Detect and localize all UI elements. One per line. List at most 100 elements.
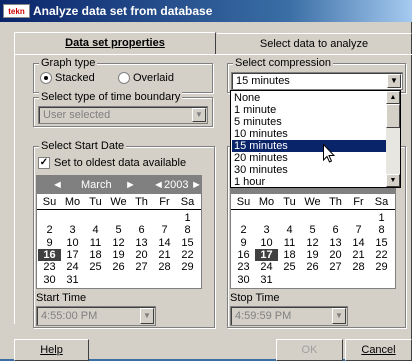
- calendar-day[interactable]: 3: [61, 224, 84, 236]
- calendar-day[interactable]: 4: [278, 224, 301, 236]
- radio-stacked[interactable]: Stacked: [40, 71, 95, 85]
- calendar-day[interactable]: 20: [130, 249, 153, 261]
- calendar-month[interactable]: March: [81, 178, 112, 192]
- ok-button[interactable]: OK: [276, 339, 343, 361]
- scroll-down-icon[interactable]: ▼: [386, 174, 400, 187]
- calendar-day[interactable]: 11: [84, 237, 107, 249]
- calendar-day-selected[interactable]: 17: [255, 248, 278, 261]
- calendar-day[interactable]: 1: [370, 212, 393, 224]
- calendar-day[interactable]: 18: [278, 249, 301, 261]
- calendar-day[interactable]: 25: [84, 261, 107, 273]
- calendar-day[interactable]: 30: [38, 274, 61, 286]
- help-button[interactable]: Help: [14, 339, 89, 361]
- calendar-day[interactable]: 3: [255, 224, 278, 236]
- dropdown-option[interactable]: 1 hour: [232, 176, 387, 188]
- end-date-calendar[interactable]: Su Mo Tu We Th Fr Sa 1 2 3 4 5 6 7 8 9 10 11 12 13 14 15 16 17…: [230, 175, 396, 289]
- calendar-day[interactable]: 27: [130, 261, 153, 273]
- calendar-day[interactable]: 2: [38, 224, 61, 236]
- calendar-day[interactable]: 26: [107, 261, 130, 273]
- calendar-day[interactable]: 22: [176, 249, 199, 261]
- title-bar[interactable]: tekn Analyze data set from database: [0, 0, 412, 22]
- calendar-day[interactable]: 19: [301, 249, 324, 261]
- calendar-day[interactable]: 27: [324, 261, 347, 273]
- start-date-calendar[interactable]: ◄ March ► ◄ 2003 ► Su Mo Tu We Th Fr Sa 123456…: [36, 175, 202, 289]
- oldest-data-checkbox[interactable]: ✓ Set to oldest data available: [38, 156, 186, 170]
- stop-time-field[interactable]: 4:59:59 PM ▼: [230, 306, 348, 326]
- calendar-day[interactable]: 31: [61, 274, 84, 286]
- calendar-day[interactable]: 20: [324, 249, 347, 261]
- dropdown-option[interactable]: 30 minutes: [232, 164, 387, 176]
- calendar-day[interactable]: 31: [255, 274, 278, 286]
- calendar-day[interactable]: 10: [61, 237, 84, 249]
- chevron-down-icon[interactable]: ▼: [387, 74, 401, 88]
- dropdown-option[interactable]: 5 minutes: [232, 116, 387, 128]
- cancel-button[interactable]: Cancel: [345, 339, 412, 361]
- compression-select[interactable]: 15 minutes ▼: [231, 72, 403, 90]
- calendar-day[interactable]: 13: [324, 237, 347, 249]
- scroll-up-icon[interactable]: ▲: [386, 91, 400, 104]
- chevron-down-icon[interactable]: ▼: [140, 308, 154, 324]
- tab-select-data-to-analyze[interactable]: Select data to analyze: [217, 33, 412, 55]
- calendar-day[interactable]: 30: [232, 274, 255, 286]
- calendar-day[interactable]: 23: [232, 261, 255, 273]
- chevron-down-icon[interactable]: ▼: [192, 108, 206, 122]
- calendar-day[interactable]: 29: [176, 261, 199, 273]
- calendar-day[interactable]: 1: [176, 212, 199, 224]
- calendar-day[interactable]: 26: [301, 261, 324, 273]
- calendar-day[interactable]: 15: [176, 237, 199, 249]
- calendar-day[interactable]: 5: [107, 224, 130, 236]
- calendar-day[interactable]: 9: [232, 237, 255, 249]
- calendar-day[interactable]: 21: [153, 249, 176, 261]
- compression-dropdown-list[interactable]: None 1 minute 5 minutes 10 minutes 15 mi…: [230, 90, 401, 188]
- calendar-day[interactable]: 2: [232, 224, 255, 236]
- calendar-day[interactable]: 7: [153, 224, 176, 236]
- chevron-down-icon[interactable]: ▼: [332, 308, 346, 324]
- calendar-day[interactable]: 18: [84, 249, 107, 261]
- calendar-day[interactable]: 5: [301, 224, 324, 236]
- calendar-year[interactable]: 2003: [164, 178, 188, 192]
- calendar-day[interactable]: 14: [153, 237, 176, 249]
- calendar-day[interactable]: 16: [232, 249, 255, 261]
- start-time-field[interactable]: 4:55:00 PM ▼: [36, 306, 156, 326]
- dropdown-option[interactable]: 20 minutes: [232, 152, 387, 164]
- tab-data-set-properties[interactable]: Data set properties: [14, 32, 216, 54]
- calendar-day[interactable]: 9: [38, 237, 61, 249]
- calendar-day[interactable]: 6: [130, 224, 153, 236]
- dropdown-option[interactable]: None: [232, 92, 387, 104]
- calendar-day[interactable]: 11: [278, 237, 301, 249]
- calendar-day[interactable]: 10: [255, 237, 278, 249]
- calendar-day[interactable]: 15: [370, 237, 393, 249]
- prev-month-icon[interactable]: ◄: [52, 178, 63, 192]
- calendar-day[interactable]: 28: [153, 261, 176, 273]
- calendar-day[interactable]: 19: [107, 249, 130, 261]
- scroll-thumb[interactable]: [386, 104, 400, 128]
- calendar-day[interactable]: 23: [38, 261, 61, 273]
- calendar-day[interactable]: 24: [255, 261, 278, 273]
- calendar-day[interactable]: 14: [347, 237, 370, 249]
- calendar-day[interactable]: 21: [347, 249, 370, 261]
- calendar-day[interactable]: 25: [278, 261, 301, 273]
- calendar-day[interactable]: 22: [370, 249, 393, 261]
- dropdown-option[interactable]: 1 minute: [232, 104, 387, 116]
- time-boundary-select[interactable]: User selected ▼: [38, 106, 208, 124]
- calendar-day[interactable]: 24: [61, 261, 84, 273]
- calendar-day[interactable]: 8: [176, 224, 199, 236]
- next-year-icon[interactable]: ►: [191, 178, 202, 192]
- calendar-day[interactable]: 17: [61, 249, 84, 261]
- calendar-day[interactable]: 28: [347, 261, 370, 273]
- dropdown-option[interactable]: 10 minutes: [232, 128, 387, 140]
- radio-overlaid[interactable]: Overlaid: [118, 71, 174, 85]
- calendar-day[interactable]: 6: [324, 224, 347, 236]
- next-month-icon[interactable]: ►: [125, 178, 136, 192]
- calendar-day[interactable]: 8: [370, 224, 393, 236]
- calendar-day-selected[interactable]: 16: [38, 248, 61, 261]
- calendar-day[interactable]: 29: [370, 261, 393, 273]
- calendar-day[interactable]: 12: [301, 237, 324, 249]
- calendar-day[interactable]: 13: [130, 237, 153, 249]
- dropdown-option-highlighted[interactable]: 15 minutes: [232, 140, 387, 152]
- calendar-day[interactable]: 12: [107, 237, 130, 249]
- calendar-day[interactable]: 4: [84, 224, 107, 236]
- dropdown-scrollbar[interactable]: ▲ ▼: [386, 91, 400, 187]
- calendar-day[interactable]: 7: [347, 224, 370, 236]
- prev-year-icon[interactable]: ◄: [153, 178, 164, 192]
